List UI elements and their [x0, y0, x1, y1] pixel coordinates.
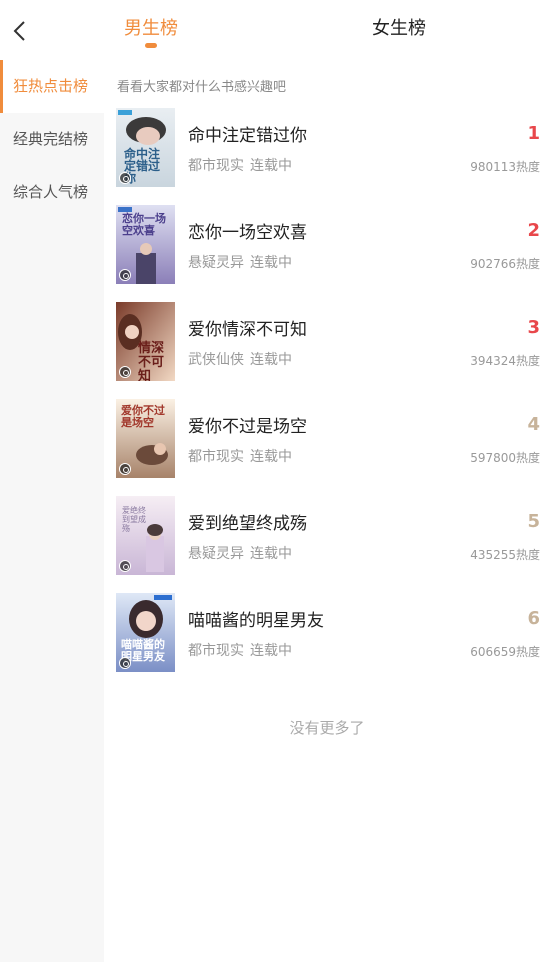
book-title: 爱你不过是场空 [188, 417, 307, 437]
heat-value: 394324热度 [470, 354, 540, 368]
chevron-left-icon [13, 21, 25, 41]
book-status: 连载中 [250, 449, 292, 465]
book-cover: 情深不可知 [116, 302, 175, 381]
cover-title: 恋你一场空欢喜 [122, 212, 166, 237]
cover-title: 爱你不过是场空 [121, 404, 165, 429]
audio-badge-icon [119, 366, 131, 378]
book-meta: 武侠仙侠 连载中 [188, 349, 292, 369]
heat-value: 597800热度 [470, 451, 540, 465]
tab-female-ranking[interactable]: 女生榜 [354, 14, 444, 54]
audio-badge-icon [119, 463, 131, 475]
audio-badge-icon [119, 172, 131, 184]
audio-badge-icon [119, 657, 131, 669]
book-meta: 都市现实 连载中 [188, 640, 292, 660]
ranking-list: 看看大家都对什么书感兴趣吧 命中注定错过你 命中注定错过你 都市现实连载中 1 … [104, 60, 550, 962]
book-status: 连载中 [250, 546, 292, 562]
book-title: 喵喵酱的明星男友 [188, 611, 324, 631]
header: 男生榜 女生榜 [0, 0, 550, 60]
book-item[interactable]: 爱你不过是场空 爱你不过是场空 都市现实 连载中 4 597800热度 [104, 399, 550, 496]
book-genre: 悬疑灵异 [188, 546, 244, 562]
book-item[interactable]: 喵喵酱的明星男友 喵喵酱的明星男友 都市现实 连载中 6 606659热度 [104, 593, 550, 690]
heat-value: 980113热度 [470, 160, 540, 174]
book-meta: 都市现实 连载中 [188, 446, 292, 466]
page: 男生榜 女生榜 狂热点击榜 经典完结榜 综合人气榜 看看大家都对什么书感兴趣吧 … [0, 0, 550, 962]
book-genre: 都市现实 [188, 158, 244, 174]
rank-number: 6 [527, 608, 540, 629]
book-cover: 喵喵酱的明星男友 [116, 593, 175, 672]
cover-title: 情深不可知 [138, 341, 165, 382]
active-tab-indicator [145, 43, 157, 48]
book-title: 恋你一场空欢喜 [188, 223, 307, 243]
heat-value: 902766热度 [470, 257, 540, 271]
sidebar: 狂热点击榜 经典完结榜 综合人气榜 [0, 60, 104, 962]
book-genre: 武侠仙侠 [188, 352, 244, 368]
heat-value: 435255热度 [470, 548, 540, 562]
sidebar-item-overall-popularity[interactable]: 综合人气榜 [0, 166, 104, 219]
book-genre: 都市现实 [188, 643, 244, 659]
no-more-text: 没有更多了 [289, 719, 365, 737]
tab-male-ranking[interactable]: 男生榜 [106, 14, 196, 54]
sidebar-item-classic-finished[interactable]: 经典完结榜 [0, 113, 104, 166]
book-genre: 都市现实 [188, 449, 244, 465]
book-meta: 悬疑灵异 连载中 [188, 543, 292, 563]
book-item[interactable]: 恋你一场空欢喜 恋你一场空欢喜 悬疑灵异 连载中 2 902766热度 [104, 205, 550, 302]
book-meta: 都市现实 连载中 [188, 155, 292, 175]
rank-number: 3 [527, 317, 540, 338]
book-title: 命中注定错过你 [188, 126, 307, 146]
book-cover: 爱绝终到望成殇 [116, 496, 175, 575]
book-cover: 恋你一场空欢喜 [116, 205, 175, 284]
rank-number: 2 [527, 220, 540, 241]
audio-badge-icon [119, 560, 131, 572]
book-cover: 命中注定错过你 [116, 108, 175, 187]
rank-number: 4 [527, 414, 540, 435]
book-item[interactable]: 情深不可知 爱你情深不可知 武侠仙侠 连载中 3 394324热度 [104, 302, 550, 399]
heat-value: 606659热度 [470, 645, 540, 659]
list-subtitle: 看看大家都对什么书感兴趣吧 [117, 80, 287, 95]
cover-title: 爱绝终到望成殇 [122, 506, 146, 533]
book-cover: 爱你不过是场空 [116, 399, 175, 478]
book-title: 爱你情深不可知 [188, 320, 307, 340]
book-genre: 悬疑灵异 [188, 255, 244, 271]
sidebar-item-hot-clicks[interactable]: 狂热点击榜 [0, 60, 104, 113]
book-status: 连载中 [250, 158, 292, 174]
book-item[interactable]: 爱绝终到望成殇 爱到绝望终成殇 悬疑灵异 连载中 5 435255热度 [104, 496, 550, 593]
back-button[interactable] [8, 18, 34, 44]
book-meta: 悬疑灵异 连载中 [188, 252, 292, 272]
book-title: 爱到绝望终成殇 [188, 514, 307, 534]
book-status: 连载中 [250, 352, 292, 368]
rank-number: 1 [527, 123, 540, 144]
audio-badge-icon [119, 269, 131, 281]
rank-number: 5 [527, 511, 540, 532]
book-status: 连载中 [250, 255, 292, 271]
book-status: 连载中 [250, 643, 292, 659]
book-item[interactable]: 命中注定错过你 命中注定错过你 都市现实连载中 1 980113热度 [104, 108, 550, 205]
